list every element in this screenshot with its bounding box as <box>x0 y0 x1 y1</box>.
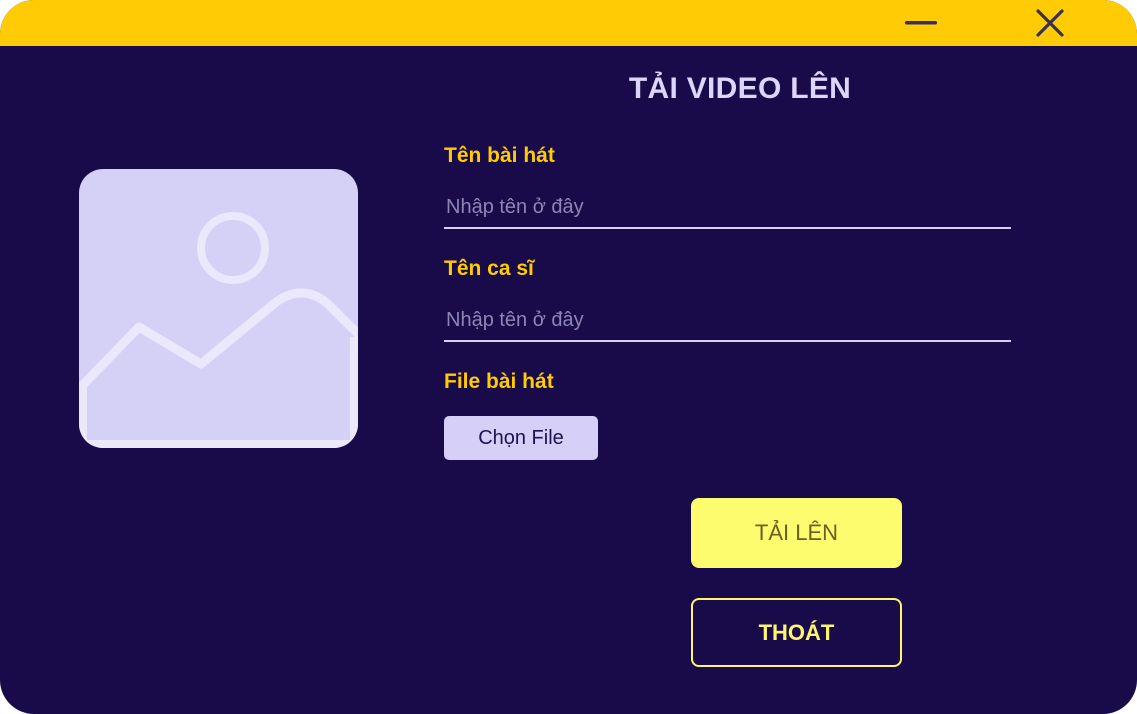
image-placeholder-icon <box>79 169 358 448</box>
video-thumbnail-placeholder[interactable] <box>79 169 358 448</box>
song-file-label: File bài hát <box>444 370 554 393</box>
singer-name-input[interactable] <box>444 300 1011 342</box>
close-icon <box>1036 9 1064 37</box>
close-button[interactable] <box>1020 0 1080 46</box>
upload-video-window: TẢI VIDEO LÊN Tên bài hát Tên ca sĩ File… <box>0 0 1137 714</box>
minimize-icon <box>905 21 937 25</box>
song-name-label: Tên bài hát <box>444 144 555 167</box>
song-name-input[interactable] <box>444 187 1011 229</box>
minimize-button[interactable] <box>892 0 952 46</box>
singer-name-label: Tên ca sĩ <box>444 257 534 280</box>
page-title: TẢI VIDEO LÊN <box>628 72 852 105</box>
upload-button[interactable]: TẢI LÊN <box>691 498 902 568</box>
choose-file-button[interactable]: Chọn File <box>444 416 598 460</box>
exit-button[interactable]: THOÁT <box>691 598 902 667</box>
title-bar <box>0 0 1137 46</box>
